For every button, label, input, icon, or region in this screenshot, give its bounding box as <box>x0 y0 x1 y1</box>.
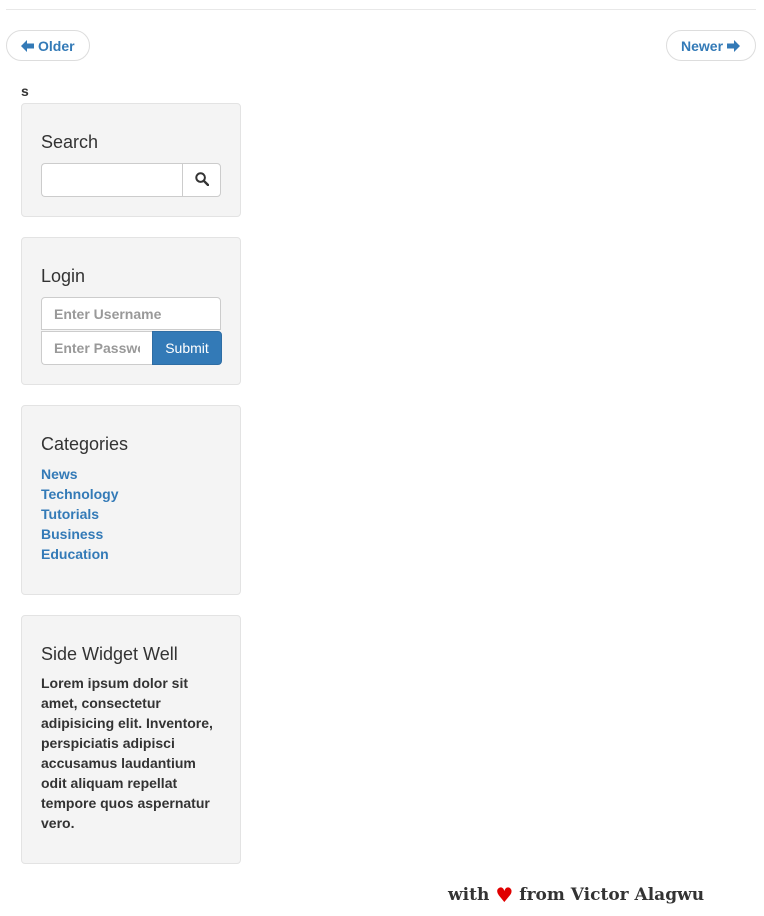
arrow-right-icon <box>727 39 741 52</box>
older-posts-button[interactable]: Older <box>6 30 90 61</box>
footer-credit: with ♥ from Victor Alagwu <box>448 884 704 906</box>
top-divider <box>6 9 756 10</box>
category-link-education[interactable]: Education <box>41 546 109 562</box>
search-icon <box>194 171 209 189</box>
search-input-group <box>41 163 221 197</box>
login-submit-button[interactable]: Submit <box>152 331 222 365</box>
arrow-left-icon <box>21 39 34 52</box>
stray-text: s <box>21 83 29 99</box>
category-link-tutorials[interactable]: Tutorials <box>41 506 99 522</box>
side-widget-body: Lorem ipsum dolor sit amet, consectetur … <box>41 675 213 831</box>
search-input[interactable] <box>41 163 182 197</box>
side-widget-title: Side Widget Well <box>41 644 178 664</box>
category-link-technology[interactable]: Technology <box>41 486 119 502</box>
login-widget: Login Submit <box>21 237 241 385</box>
list-item: Education <box>41 544 119 564</box>
side-widget: Side Widget Well Lorem ipsum dolor sit a… <box>21 615 241 864</box>
categories-widget: Categories News Technology Tutorials Bus… <box>21 405 241 595</box>
password-field[interactable] <box>41 331 152 365</box>
heart-icon: ♥ <box>495 883 514 907</box>
footer-suffix: from Victor Alagwu <box>519 885 705 905</box>
category-link-news[interactable]: News <box>41 466 78 482</box>
list-item: Business <box>41 524 119 544</box>
username-field[interactable] <box>41 297 221 330</box>
search-widget-title: Search <box>41 132 99 152</box>
older-label: Older <box>38 37 75 54</box>
categories-widget-title: Categories <box>41 434 129 454</box>
footer-prefix: with <box>448 885 490 905</box>
category-link-business[interactable]: Business <box>41 526 103 542</box>
list-item: News <box>41 464 119 484</box>
search-button[interactable] <box>182 163 221 197</box>
login-widget-title: Login <box>41 266 86 286</box>
list-item: Tutorials <box>41 504 119 524</box>
newer-posts-button[interactable]: Newer <box>666 30 756 61</box>
categories-list: News Technology Tutorials Business Educa… <box>41 464 119 564</box>
list-item: Technology <box>41 484 119 504</box>
search-widget: Search <box>21 103 241 217</box>
newer-label: Newer <box>681 37 724 54</box>
